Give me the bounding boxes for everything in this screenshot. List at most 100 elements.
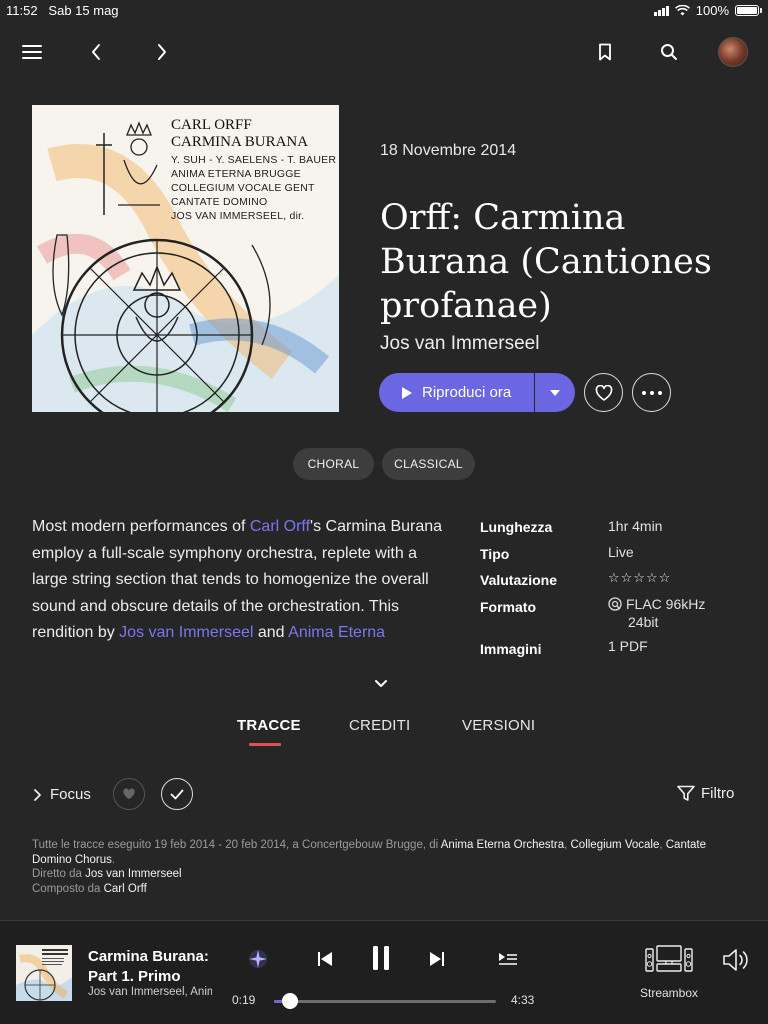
album-cover: CARL ORFF CARMINA BURANA Y. SUH - Y. SAEL… [32,105,339,412]
length-label: Lunghezza [480,519,553,535]
battery-percent: 100% [695,3,729,18]
play-options-dropdown[interactable] [535,373,575,412]
play-now-label: Riproduci ora [422,384,512,401]
favorites-filter-button[interactable] [113,778,145,810]
hires-icon [608,597,622,611]
conductor-credit: Diretto da Jos van Immerseel [32,868,182,880]
progress-handle[interactable] [281,993,298,1009]
now-playing-artist[interactable]: Jos van Immerseel, Anima Eterna [88,986,212,998]
battery-icon [735,5,759,16]
status-bar: 11:52 Sab 15 mag 100% [0,0,768,20]
tag-choral[interactable]: CHORAL [293,448,374,480]
bookmark-icon [599,43,611,61]
tab-versions[interactable]: VERSIONI [462,717,535,734]
type-label: Tipo [480,546,510,562]
now-playing-title[interactable]: Carmina Burana: Part 1. Primo [88,947,218,987]
format-label: Formato [480,599,536,615]
focus-label: Focus [50,786,91,803]
ellipsis-icon [641,390,662,395]
search-icon [661,44,677,60]
album-tabs: TRACCE CREDITI VERSIONI [0,714,768,750]
chevron-down-icon [375,680,387,687]
queue-icon [499,953,517,965]
expand-description-button[interactable] [373,676,389,694]
heart-filled-icon [123,788,135,800]
search-button[interactable] [653,36,685,68]
credit-conductor[interactable]: Jos van Immerseel [85,868,182,880]
play-icon [402,386,412,399]
rating-stars[interactable]: ☆☆☆☆☆ [608,570,671,586]
cover-credits: Y. SUH - Y. SAELENS - T. BAUER ANIMA ETE… [171,154,337,222]
pause-button[interactable] [366,943,396,973]
composer-credit: Composto da Carl Orff [32,882,147,895]
menu-button[interactable] [16,36,48,68]
sparkle-icon [249,950,267,968]
hamburger-icon [22,45,42,59]
bookmark-button[interactable] [589,36,621,68]
recording-credits: Tutte le tracce eseguito 19 feb 2014 - 2… [32,838,732,896]
tab-credits[interactable]: CREDITI [349,717,410,734]
total-duration: 4:33 [511,993,535,1007]
more-options-button[interactable] [632,373,671,412]
output-device-label: Streambox [639,986,699,1000]
elapsed-time: 0:19 [232,993,256,1007]
caret-down-icon [550,389,560,396]
back-button[interactable] [80,36,112,68]
queue-button[interactable] [494,947,522,971]
skip-back-icon [318,952,332,966]
wifi-icon [674,5,690,16]
link-carl-orff[interactable]: Carl Orff [250,518,310,535]
play-now-button[interactable]: Riproduci ora [379,373,534,412]
length-value: 1hr 4min [608,518,663,534]
release-date: 18 Novembre 2014 [380,142,517,159]
chevron-right-icon [158,44,166,60]
rating-label: Valutazione [480,572,558,588]
next-track-button[interactable] [424,947,450,971]
active-tab-indicator [249,743,281,746]
type-value: Live [608,544,634,560]
select-tracks-button[interactable] [161,778,193,810]
album-artist[interactable]: Jos van Immerseel [380,333,539,355]
album-title: Orff: Carmina Burana (Cantiones profanae… [380,198,712,326]
filter-button[interactable]: Filtro [677,785,734,802]
now-playing-cover[interactable] [16,945,72,1001]
playback-progress[interactable] [274,993,496,1009]
chevron-right-small-icon [34,788,41,801]
volume-icon [723,949,748,971]
top-nav [0,30,768,74]
format-value: FLAC 96kHz [608,596,705,612]
avatar[interactable] [718,37,748,67]
link-anima-eterna[interactable]: Anima Eterna [288,624,385,641]
images-value[interactable]: 1 PDF [608,638,648,654]
mini-cover-artwork [16,949,72,1001]
status-right: 100% [653,3,762,18]
checkmark-icon [170,789,184,799]
now-playing-bar: Carmina Burana: Part 1. Primo Jos van Im… [0,920,768,1024]
status-time: 11:52 Sab 15 mag [6,3,119,18]
cover-artwork [32,121,339,412]
performance-credit: Tutte le tracce eseguito 19 feb 2014 - 2… [32,839,707,866]
credit-orchestra[interactable]: Anima Eterna Orchestra [441,839,564,851]
chevron-left-icon [92,44,100,60]
volume-button[interactable] [720,947,754,973]
output-device-button[interactable]: Streambox [632,945,706,1000]
cover-title: CARL ORFF CARMINA BURANA [171,117,309,150]
format-bitdepth: 24bit [628,614,659,630]
speaker-system-icon [645,945,693,972]
filter-label: Filtro [701,785,735,802]
previous-track-button[interactable] [312,947,338,971]
forward-button[interactable] [146,36,178,68]
favorite-button[interactable] [584,373,623,412]
funnel-icon [677,785,695,801]
credit-composer[interactable]: Carl Orff [104,883,147,895]
link-jos-van-immerseel[interactable]: Jos van Immerseel [119,624,253,641]
focus-toggle[interactable]: Focus [32,786,91,803]
tab-tracks[interactable]: TRACCE [237,717,301,734]
tag-classical[interactable]: CLASSICAL [382,448,475,480]
hires-indicator[interactable] [244,947,272,971]
pause-icon [373,946,389,970]
signal-icon [653,5,669,16]
skip-forward-icon [430,952,444,966]
images-label: Immagini [480,641,542,657]
credit-choir[interactable]: Collegium Vocale [571,839,660,851]
